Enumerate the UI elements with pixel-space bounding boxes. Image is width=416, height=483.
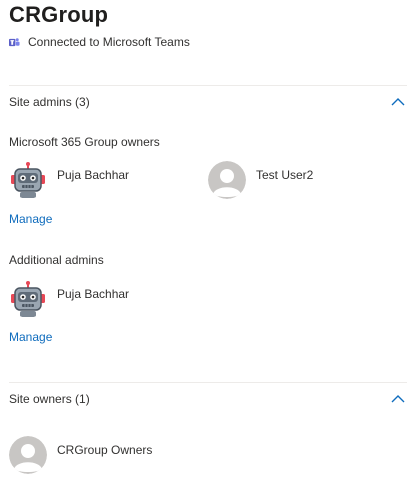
additional-admin-item: Puja Bachhar bbox=[9, 280, 129, 318]
divider bbox=[9, 85, 407, 86]
site-title: CRGroup bbox=[9, 2, 109, 27]
person-name: Puja Bachhar bbox=[57, 168, 130, 182]
group-owners-subheading: Microsoft 365 Group owners bbox=[9, 135, 160, 149]
site-admins-section-header[interactable]: Site admins (3) bbox=[9, 92, 407, 112]
site-owners-header-label: Site owners (1) bbox=[9, 392, 90, 406]
person-name: CRGroup Owners bbox=[57, 443, 153, 457]
teams-connection-status: Connected to Microsoft Teams bbox=[9, 33, 190, 51]
robot-avatar-icon bbox=[9, 280, 47, 318]
robot-avatar-icon bbox=[9, 161, 47, 199]
teams-connection-label: Connected to Microsoft Teams bbox=[28, 35, 190, 49]
person-name: Test User2 bbox=[256, 168, 314, 182]
default-person-avatar-icon bbox=[208, 161, 246, 199]
person-name: Puja Bachhar bbox=[57, 287, 130, 301]
site-permissions-panel: CRGroup Connected to Microsoft Teams Sit… bbox=[0, 0, 416, 483]
teams-icon bbox=[9, 37, 20, 46]
group-owner-item: Test User2 bbox=[208, 161, 313, 199]
site-owner-item: CRGroup Owners bbox=[9, 436, 152, 474]
additional-admins-subheading: Additional admins bbox=[9, 253, 104, 267]
group-owner-item: Puja Bachhar bbox=[9, 161, 129, 199]
manage-group-owners-link[interactable]: Manage bbox=[9, 212, 52, 226]
chevron-up-icon[interactable] bbox=[391, 394, 405, 404]
manage-additional-admins-link[interactable]: Manage bbox=[9, 330, 52, 344]
site-admins-header-label: Site admins (3) bbox=[9, 95, 90, 109]
site-owners-section-header[interactable]: Site owners (1) bbox=[9, 389, 407, 409]
default-person-avatar-icon bbox=[9, 436, 47, 474]
divider bbox=[9, 382, 407, 383]
chevron-up-icon[interactable] bbox=[391, 97, 405, 107]
